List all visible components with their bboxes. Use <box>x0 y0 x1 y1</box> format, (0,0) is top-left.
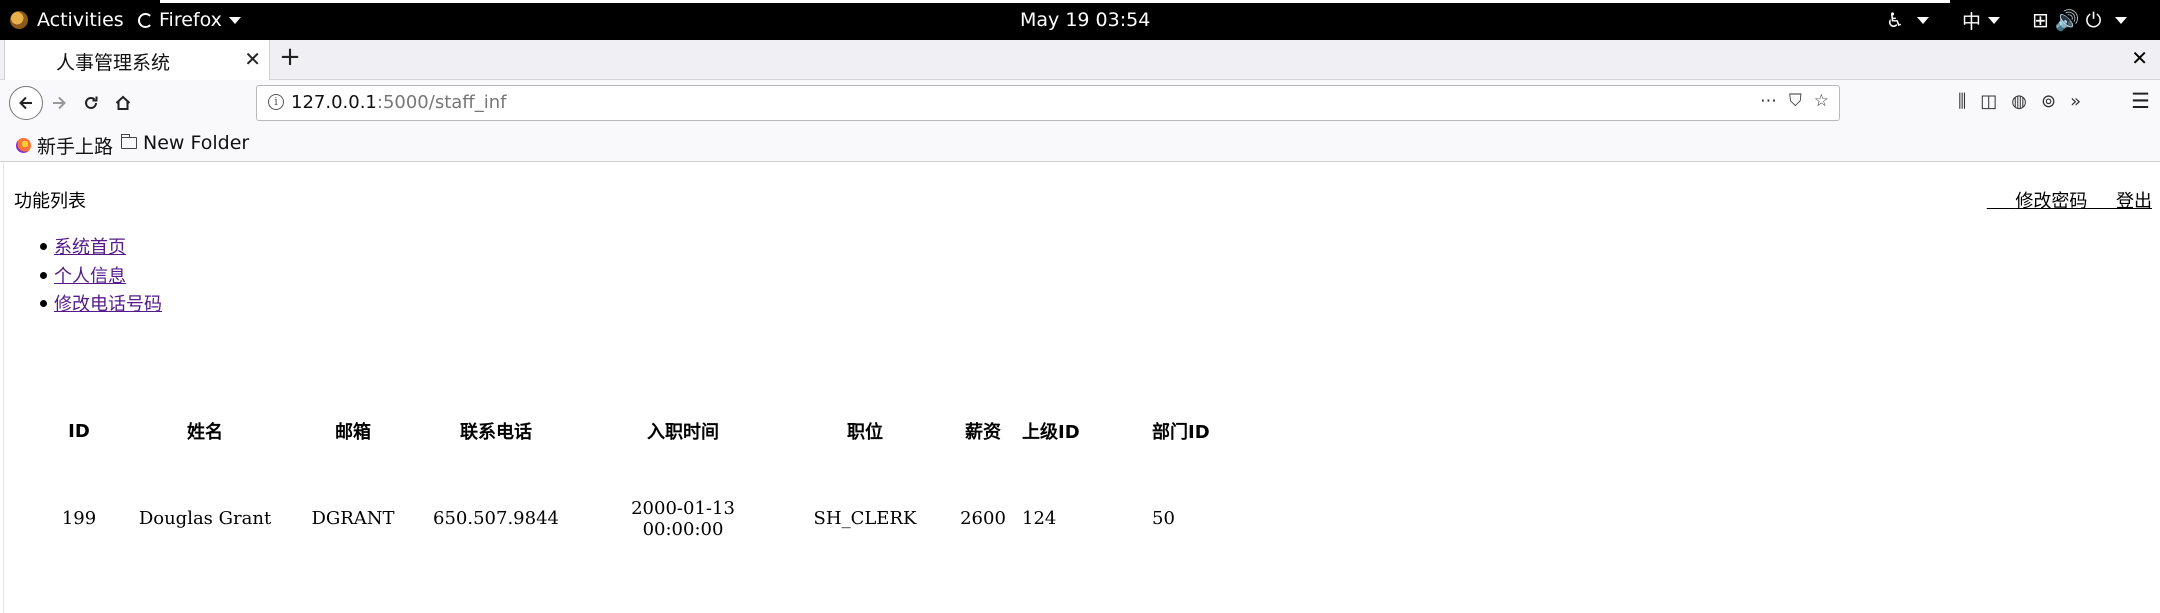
hamburger-menu-icon[interactable]: ☰ <box>2131 89 2150 113</box>
navigation-toolbar: i 127.0.0.1:5000/staff_inf ⋯ ⛉ ☆ ⫼ ◫ ◍ ⊚… <box>0 80 2160 126</box>
bookmark-getting-started[interactable]: 新手上路 <box>16 132 113 159</box>
activities-button[interactable]: Activities <box>10 0 124 40</box>
reload-icon <box>85 96 98 109</box>
extension-icon[interactable]: ⊚ <box>2041 91 2056 112</box>
cell-salary: 2600 <box>960 508 1006 529</box>
column-header-department-id: 部门ID <box>1152 422 1210 443</box>
change-password-link[interactable]: 修改密码 <box>1987 191 2088 212</box>
url-path: :5000/staff_inf <box>376 92 507 113</box>
arrow-left-icon <box>19 96 32 110</box>
cell-name: Douglas Grant <box>138 508 272 529</box>
change-password-label: 修改密码 <box>2015 191 2088 212</box>
chevron-down-icon <box>2114 16 2127 24</box>
accessibility-icon: ♿ <box>1886 8 1904 32</box>
chevron-down-icon <box>1988 16 2001 24</box>
cell-job: SH_CLERK <box>813 508 917 529</box>
info-icon[interactable]: i <box>268 94 284 110</box>
input-method-menu[interactable]: 中 <box>1962 0 2001 40</box>
bookmark-label: 新手上路 <box>37 136 114 158</box>
cell-hire-date: 2000-01-13 00:00:00 <box>631 497 735 540</box>
column-header-id: ID <box>68 420 90 442</box>
column-header-email: 邮箱 <box>335 422 371 443</box>
home-icon <box>115 95 131 110</box>
column-header-manager-id: 上级ID <box>1022 422 1080 443</box>
app-menu-button[interactable]: Firefox <box>138 0 241 40</box>
cell-id: 199 <box>61 508 97 529</box>
home-button[interactable] <box>108 88 138 118</box>
volume-icon: 🔊 <box>2054 8 2080 32</box>
page-content: 功能列表 修改密码 登出 系统首页 个人信息 修改电话号码 ID 姓名 邮箱 联… <box>0 163 2160 613</box>
logout-link[interactable]: 登出 <box>2087 191 2152 212</box>
home-page-link[interactable]: 系统首页 <box>54 237 126 258</box>
page-actions-icon[interactable]: ⋯ <box>1760 91 1777 111</box>
activities-label: Activities <box>37 9 124 31</box>
column-header-phone: 联系电话 <box>460 422 532 443</box>
chevron-down-icon <box>1916 16 1929 24</box>
close-window-icon[interactable]: ✕ <box>2131 46 2148 70</box>
clock[interactable]: May 19 03:54 <box>1020 0 1150 40</box>
sidebar-icon[interactable]: ◫ <box>1980 91 1997 112</box>
account-links: 修改密码 登出 <box>1987 187 2152 213</box>
function-list-heading: 功能列表 <box>14 191 86 212</box>
address-bar[interactable]: i 127.0.0.1:5000/staff_inf ⋯ ⛉ ☆ <box>256 85 1840 121</box>
cell-department-id: 50 <box>1152 508 1175 529</box>
cell-email: DGRANT <box>311 508 395 529</box>
url-host: 127.0.0.1 <box>291 92 377 113</box>
table-header-row: ID 姓名 邮箱 联系电话 入职时间 职位 薪资 上级ID 部门ID <box>48 391 1226 471</box>
column-header-hire-date: 入职时间 <box>647 422 719 443</box>
new-tab-button[interactable]: + <box>276 42 304 72</box>
bookmark-star-icon[interactable]: ☆ <box>1814 91 1829 111</box>
tab-active[interactable]: 人事管理系统 ✕ <box>4 40 270 80</box>
list-item: 系统首页 <box>38 233 162 262</box>
logout-label: 登出 <box>2116 191 2152 212</box>
chevron-down-icon <box>228 16 241 24</box>
library-icon[interactable]: ⫼ <box>1958 91 1966 112</box>
bookmark-folder[interactable]: New Folder <box>120 132 250 154</box>
forward-button[interactable] <box>44 88 74 118</box>
bookmark-label: New Folder <box>143 132 250 154</box>
system-top-bar: Activities Firefox May 19 03:54 ♿ 中 ⊞ 🔊 … <box>0 0 2160 40</box>
staff-info-table: ID 姓名 邮箱 联系电话 入职时间 职位 薪资 上级ID 部门ID 199 D… <box>48 391 1226 566</box>
table-row: 199 Douglas Grant DGRANT 650.507.9844 20… <box>48 471 1226 566</box>
tab-title: 人事管理系统 <box>56 52 171 74</box>
change-phone-link[interactable]: 修改电话号码 <box>54 294 162 315</box>
cell-manager-id: 124 <box>1022 508 1057 529</box>
arrow-right-icon <box>53 96 66 110</box>
power-icon: ⏻ <box>2085 8 2102 32</box>
app-menu-label: Firefox <box>159 9 222 31</box>
column-header-job: 职位 <box>847 422 883 443</box>
input-method-label: 中 <box>1962 10 1982 33</box>
column-header-name: 姓名 <box>187 422 223 443</box>
bookmarks-toolbar: 新手上路 New Folder <box>0 126 2160 162</box>
list-item: 修改电话号码 <box>38 290 162 319</box>
cell-phone: 650.507.9844 <box>433 508 559 529</box>
function-list: 系统首页 个人信息 修改电话号码 <box>38 233 162 319</box>
reload-button[interactable] <box>76 88 106 118</box>
account-icon[interactable]: ◍ <box>2011 91 2027 112</box>
back-button[interactable] <box>9 86 43 120</box>
folder-icon <box>120 134 137 149</box>
overflow-icon[interactable]: » <box>2070 91 2081 112</box>
system-menu[interactable]: ⊞ 🔊 ⏻ <box>2032 0 2127 40</box>
personal-info-link[interactable]: 个人信息 <box>54 266 126 287</box>
column-header-salary: 薪资 <box>965 422 1001 443</box>
firefox-icon <box>16 138 31 153</box>
pocket-icon[interactable]: ⛉ <box>1789 91 1802 111</box>
network-icon: ⊞ <box>2032 8 2049 32</box>
url-text[interactable]: 127.0.0.1:5000/staff_inf <box>291 92 506 113</box>
gnome-logo-icon <box>10 11 28 29</box>
firefox-app-icon <box>138 12 153 28</box>
list-item: 个人信息 <box>38 262 162 291</box>
close-tab-icon[interactable]: ✕ <box>244 47 261 71</box>
accessibility-menu[interactable]: ♿ <box>1886 0 1929 40</box>
tab-bar: 人事管理系统 ✕ + ✕ <box>0 40 2160 80</box>
